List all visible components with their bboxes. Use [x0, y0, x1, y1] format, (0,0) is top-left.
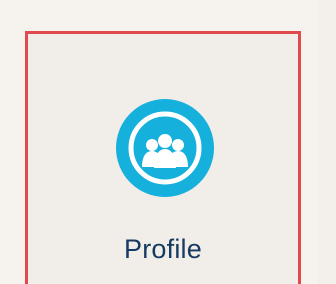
profile-tile[interactable]: Profile	[25, 31, 301, 284]
profile-label: Profile	[124, 234, 202, 264]
people-group-icon	[114, 97, 216, 199]
page-edge	[318, 0, 336, 284]
